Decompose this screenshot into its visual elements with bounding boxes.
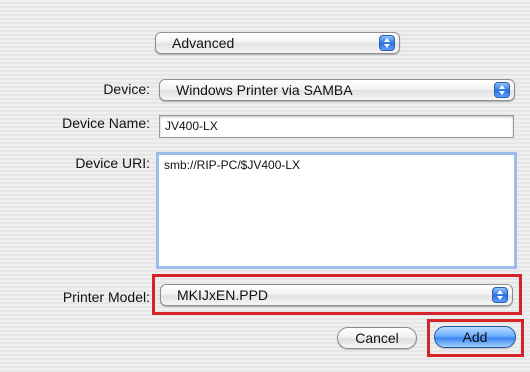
- printer-model-highlight: [152, 274, 522, 315]
- device-uri-field[interactable]: smb://RIP-PC/$JV400-LX: [156, 152, 517, 269]
- up-down-arrows-icon: [379, 35, 395, 51]
- mode-popup-value: Advanced: [172, 35, 235, 51]
- device-name-field[interactable]: JV400-LX: [159, 115, 514, 138]
- add-printer-panel: Advanced Device: Windows Printer via SAM…: [0, 0, 530, 372]
- device-popup-value: Windows Printer via SAMBA: [176, 82, 353, 98]
- printer-model-label: Printer Model:: [62, 289, 150, 305]
- mode-popup[interactable]: Advanced: [155, 32, 400, 54]
- device-label: Device:: [103, 81, 150, 97]
- device-popup[interactable]: Windows Printer via SAMBA: [159, 79, 515, 101]
- add-button-highlight: [427, 319, 524, 357]
- device-uri-label: Device URI:: [75, 155, 150, 171]
- cancel-button[interactable]: Cancel: [337, 327, 417, 349]
- device-name-label: Device Name:: [62, 115, 150, 131]
- up-down-arrows-icon: [494, 82, 510, 98]
